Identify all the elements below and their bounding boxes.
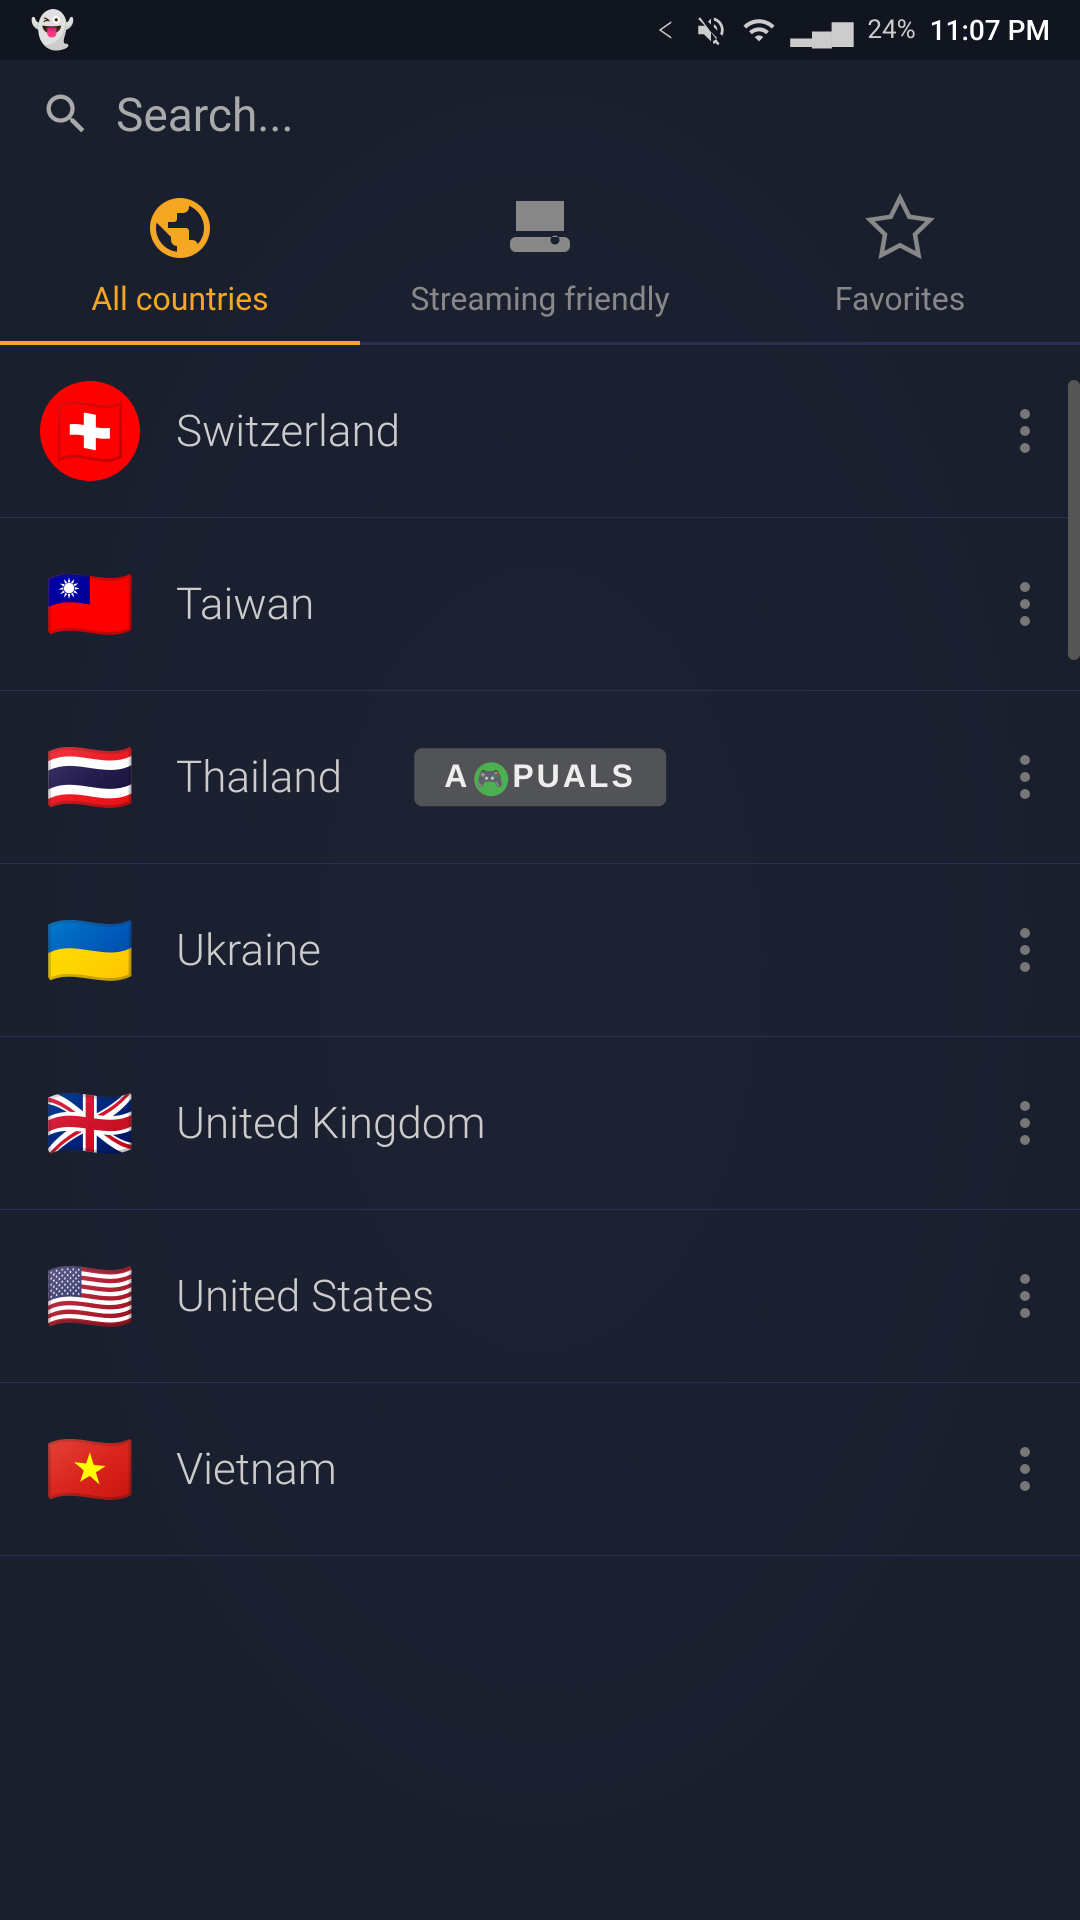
globe-icon (144, 192, 216, 268)
watermark: A🎮PUALS (414, 748, 666, 806)
country-name-vietnam: Vietnam (176, 1443, 974, 1495)
tab-favorites-label: Favorites (835, 280, 965, 318)
list-item: 🇨🇭 Switzerland (0, 345, 1080, 518)
more-options-thailand[interactable] (1010, 745, 1040, 809)
flag-thailand: 🇹🇭 (40, 727, 140, 827)
star-icon (864, 192, 936, 268)
country-name-switzerland: Switzerland (176, 405, 974, 457)
list-item: 🇬🇧 United Kingdom (0, 1037, 1080, 1210)
battery-text: 24% (867, 15, 915, 45)
country-name-united-states: United States (176, 1270, 974, 1322)
tab-favorites[interactable]: Favorites (720, 172, 1080, 342)
more-options-switzerland[interactable] (1010, 399, 1040, 463)
tab-bar: All countries Streaming friendly Favorit… (0, 172, 1080, 345)
list-item: 🇹🇼 Taiwan (0, 518, 1080, 691)
tab-all-countries-label: All countries (91, 280, 268, 318)
flag-ukraine: 🇺🇦 (40, 900, 140, 1000)
country-name-taiwan: Taiwan (176, 578, 974, 630)
status-icons: ▂▄▆ 24% 11:07 PM (650, 13, 1050, 47)
tab-streaming[interactable]: Streaming friendly (360, 172, 720, 342)
more-options-taiwan[interactable] (1010, 572, 1040, 636)
flag-united-kingdom: 🇬🇧 (40, 1073, 140, 1173)
search-input[interactable] (116, 89, 1040, 143)
list-item: 🇺🇦 Ukraine (0, 864, 1080, 1037)
tab-streaming-label: Streaming friendly (410, 280, 669, 318)
search-bar (0, 60, 1080, 172)
more-options-vietnam[interactable] (1010, 1437, 1040, 1501)
more-options-united-kingdom[interactable] (1010, 1091, 1040, 1155)
tab-all-countries[interactable]: All countries (0, 172, 360, 342)
country-name-united-kingdom: United Kingdom (176, 1097, 974, 1149)
country-name-ukraine: Ukraine (176, 924, 974, 976)
flag-switzerland: 🇨🇭 (40, 381, 140, 481)
flag-vietnam: 🇻🇳 (40, 1419, 140, 1519)
country-list: 🇨🇭 Switzerland 🇹🇼 Taiwan 🇹🇭 Thailand (0, 345, 1080, 1556)
signal-icon: ▂▄▆ (790, 14, 853, 47)
bluetooth-icon (650, 15, 680, 45)
list-item: 🇺🇸 United States (0, 1210, 1080, 1383)
scrollbar (1068, 380, 1080, 660)
flag-united-states: 🇺🇸 (40, 1246, 140, 1346)
ghost-app-icon: 👻 (30, 9, 75, 51)
more-options-united-states[interactable] (1010, 1264, 1040, 1328)
list-item: 🇹🇭 Thailand A🎮PUALS (0, 691, 1080, 864)
mute-icon (694, 13, 728, 47)
status-bar: 👻 ▂▄▆ 24% 11:07 PM (0, 0, 1080, 60)
search-icon (40, 88, 92, 144)
flag-taiwan: 🇹🇼 (40, 554, 140, 654)
more-options-ukraine[interactable] (1010, 918, 1040, 982)
monitor-icon (504, 192, 576, 268)
status-time: 11:07 PM (930, 14, 1050, 47)
wifi-icon (742, 13, 776, 47)
list-item: 🇻🇳 Vietnam (0, 1383, 1080, 1556)
